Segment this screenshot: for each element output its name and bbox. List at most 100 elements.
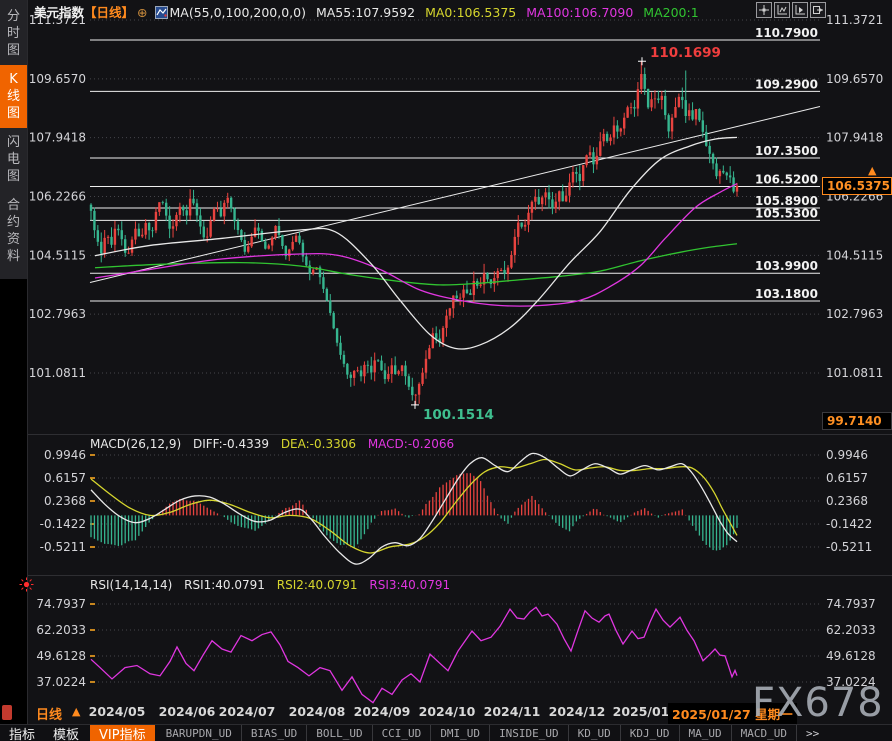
svg-text:109.6570: 109.6570 [826,72,883,86]
current-price-badge: 106.5375 [822,177,892,195]
pane-low-badge: 99.7140 [822,412,892,430]
alert-sun-icon[interactable] [19,577,34,596]
toolbar-tab[interactable]: VIP指标 [90,725,155,741]
date-tick-label: 2024/12 [549,704,606,719]
svg-text:74.7937: 74.7937 [36,597,86,611]
toolbar-tab[interactable]: BIAS_UD [242,725,307,741]
svg-text:37.0224: 37.0224 [36,675,86,689]
svg-text:0.2368: 0.2368 [44,494,86,508]
macd-macd-value: MACD:-0.2066 [368,437,454,451]
date-tick-label: 2024/11 [484,704,541,719]
period-up-arrow-icon: ▲ [72,705,80,718]
toolbar-tab[interactable]: 指标 [0,725,44,741]
toolbar-tab[interactable]: INSIDE_UD [490,725,569,741]
chart-canvas[interactable]: 111.3721111.3721109.6570109.6570107.9418… [0,0,892,741]
indicator-settings-icon[interactable] [155,6,168,22]
toolbar-tab[interactable]: MA_UD [680,725,732,741]
sidebar-tab-kline-chart[interactable]: K线图 [0,65,27,128]
period-tag: 【日线】 [84,5,134,20]
svg-text:0.6157: 0.6157 [44,471,86,485]
svg-text:106.2266: 106.2266 [29,190,86,204]
toolbar-tab[interactable]: KDJ_UD [621,725,680,741]
svg-text:107.3500: 107.3500 [755,144,818,158]
toolbar-tab[interactable]: CCI_UD [373,725,432,741]
add-overlay-icon[interactable]: ⊕ [137,5,147,20]
date-tick-label: 2024/09 [354,704,411,719]
svg-text:0.9946: 0.9946 [826,448,868,462]
toolbar-tab[interactable]: BOLL_UD [307,725,372,741]
svg-text:100.1514: 100.1514 [423,407,494,423]
rsi3-value: RSI3:40.0791 [369,578,450,592]
trading-app-window: 111.3721111.3721109.6570109.6570107.9418… [0,0,892,741]
price-up-arrow-icon: ▲ [868,164,876,177]
sidebar-tab-time-chart[interactable]: 分时图 [0,2,27,65]
ma0-value: MA0:106.5375 [425,5,516,20]
toolbar-tab[interactable]: KD_UD [569,725,621,741]
ma200-value: MA200:1 [643,5,698,20]
macd-diff-value: DIFF:-0.4339 [193,437,269,451]
macd-dea-value: DEA:-0.3306 [281,437,356,451]
svg-text:62.2033: 62.2033 [36,623,86,637]
svg-text:-0.1422: -0.1422 [40,517,86,531]
svg-text:74.7937: 74.7937 [826,597,876,611]
svg-text:109.6570: 109.6570 [29,72,86,86]
ma-settings-label: MA(55,0,100,200,0,0) [170,5,306,20]
macd-header: MACD(26,12,9) DIFF:-0.4339 DEA:-0.3306 M… [90,437,462,451]
macd-title: MACD(26,12,9) [90,437,181,451]
date-tick-label: 2024/05 [89,704,146,719]
toolbar-tab[interactable]: BARUPDN_UD [157,725,242,741]
svg-text:111.3721: 111.3721 [826,13,883,27]
period-selector[interactable]: 日线 [36,704,62,723]
svg-text:102.7963: 102.7963 [826,307,883,321]
right-axis-chart-icon[interactable] [792,2,808,18]
pane-exit-icon[interactable] [810,2,826,18]
svg-text:49.6128: 49.6128 [36,649,86,663]
svg-text:104.5115: 104.5115 [29,248,86,262]
rsi2-value: RSI2:40.0791 [277,578,358,592]
left-sidebar: 分时图 K线图 闪电图 合约资料 [0,0,28,741]
date-tick-label: 2025/01 [613,704,670,719]
indicator-toolbar: 指标模板VIP指标BARUPDN_UDBIAS_UDBOLL_UDCCI_UDD… [0,724,892,741]
svg-text:106.5200: 106.5200 [755,172,818,186]
svg-text:0.6157: 0.6157 [826,471,868,485]
date-tick-label: 2024/06 [159,704,216,719]
watermark: FX678 [752,680,884,726]
svg-text:-0.5211: -0.5211 [40,540,86,554]
left-axis-chart-icon[interactable] [774,2,790,18]
svg-text:0.2368: 0.2368 [826,494,868,508]
date-tick-label: 2024/08 [289,704,346,719]
crosshair-move-icon[interactable] [756,2,772,18]
svg-text:-0.1422: -0.1422 [826,517,872,531]
rsi-title: RSI(14,14,14) [90,578,172,592]
svg-text:49.6128: 49.6128 [826,649,876,663]
date-tick-label: 2024/10 [419,704,476,719]
rsi1-value: RSI1:40.0791 [184,578,265,592]
svg-text:62.2033: 62.2033 [826,623,876,637]
svg-text:105.5300: 105.5300 [755,206,818,220]
svg-text:107.9418: 107.9418 [29,131,86,145]
ma100-value: MA100:106.7090 [526,5,633,20]
toolbar-more-button[interactable]: >> [797,725,828,741]
svg-text:110.1699: 110.1699 [650,45,721,61]
sidebar-tab-lightning-chart[interactable]: 闪电图 [0,128,27,191]
record-icon[interactable] [2,705,12,720]
date-tick-label: 2024/07 [219,704,276,719]
svg-text:101.0811: 101.0811 [29,366,86,380]
toolbar-tab[interactable]: DMI_UD [431,725,490,741]
svg-text:109.2900: 109.2900 [755,77,818,91]
svg-text:103.9900: 103.9900 [755,259,818,273]
svg-text:-0.5211: -0.5211 [826,540,872,554]
pane-control-icons [756,2,826,18]
rsi-header: RSI(14,14,14) RSI1:40.0791 RSI2:40.0791 … [90,578,458,592]
svg-text:107.9418: 107.9418 [826,131,883,145]
ma55-value: MA55:107.9592 [316,5,415,20]
sidebar-tab-contract-info[interactable]: 合约资料 [0,191,27,271]
toolbar-tab[interactable]: 模板 [44,725,88,741]
chart-header: 美元指数【日线】⊕ MA(55,0,100,200,0,0) MA55:107.95… [34,2,699,18]
svg-text:101.0811: 101.0811 [826,366,883,380]
symbol-name: 美元指数 [34,5,84,20]
toolbar-tab[interactable]: MACD_UD [732,725,797,741]
svg-text:104.5115: 104.5115 [826,248,883,262]
svg-text:110.7900: 110.7900 [755,26,818,40]
svg-text:103.1800: 103.1800 [755,287,818,301]
